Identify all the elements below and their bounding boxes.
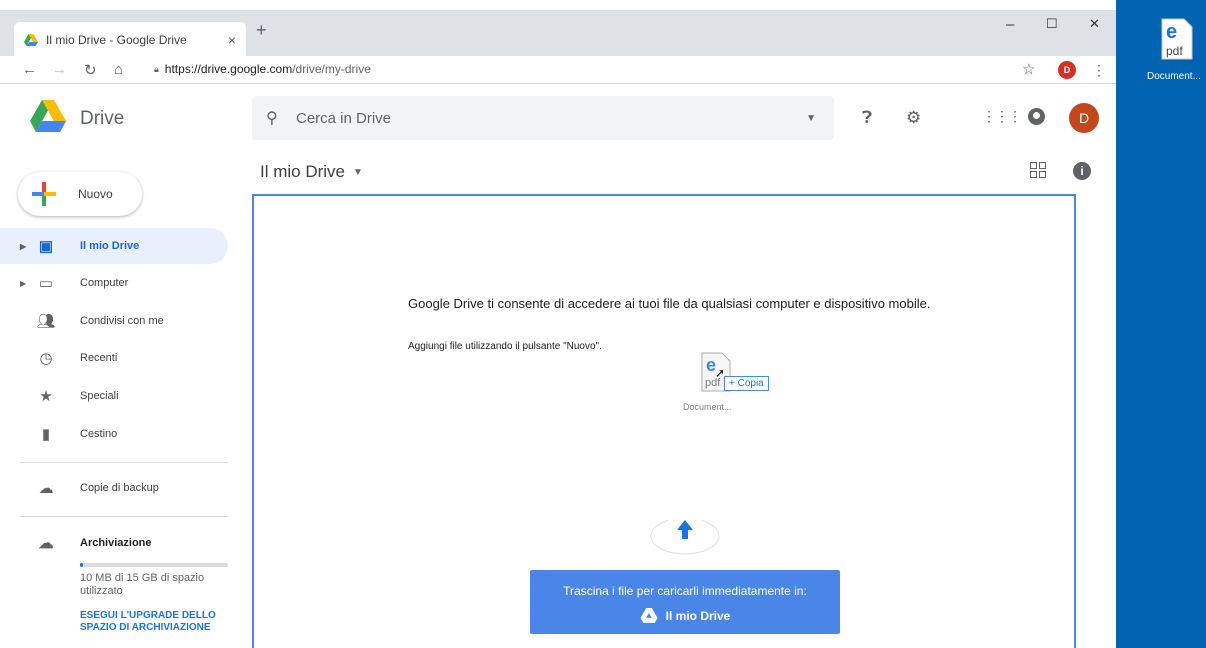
drive-logo-icon[interactable] [30,100,66,132]
expand-arrow-icon[interactable]: ▶ [20,279,26,288]
tab-close-icon[interactable]: × [228,32,236,48]
account-avatar[interactable]: D [1069,103,1099,133]
new-tab-button[interactable]: + [256,20,267,41]
upgrade-storage-link[interactable]: ESEGUI L'UPGRADE DELLO SPAZIO DI ARCHIVI… [80,610,230,634]
browser-toolbar: ← → ↻ ⌂ 🔒︎ https://drive.google.com/driv… [0,56,1116,84]
chevron-down-icon[interactable]: ▼ [353,167,363,178]
help-icon[interactable]: ❓︎ [862,108,872,128]
sidebar-item-computer[interactable]: ▶ ▭ Computer [0,265,228,301]
trash-icon: ▮ [41,426,51,443]
desktop-pdf-file-icon[interactable]: e pdf [1160,18,1194,60]
home-icon[interactable]: ⌂ [114,61,123,78]
sidebar-item-storage[interactable]: ☁︎ Archiviazione [0,525,228,561]
drive-favicon-icon [24,34,38,46]
search-options-icon[interactable]: ▼ [806,113,816,124]
browser-profile-avatar[interactable]: D [1058,61,1076,79]
sidebar-item-recent[interactable]: ◷ Recenti [0,340,228,376]
empty-state-message: Google Drive ti consente di accedere ai … [408,296,931,311]
upload-instruction: Trascina i file per caricarli immediatam… [563,584,807,598]
apps-grid-icon[interactable]: ⋮⋮⋮ [982,108,1022,125]
lock-icon: 🔒︎ [154,63,159,74]
desktop-file-ext: pdf [1166,44,1183,58]
url-host: https://drive.google.com [164,62,293,76]
screen: Il mio Drive - Google Drive × + – ☐ ✕ ← … [0,0,1206,648]
sidebar-item-label: Speciali [80,390,119,402]
upload-destination-banner: Trascina i file per caricarli immediatam… [530,570,840,634]
breadcrumb-current[interactable]: Il mio Drive [260,162,345,182]
sidebar-item-shared[interactable]: 👥︎ Condivisi con me [0,303,228,339]
sidebar-item-label: Archiviazione [80,537,152,549]
search-input[interactable]: Cerca in Drive [296,110,806,127]
tab-title: Il mio Drive - Google Drive [46,33,187,47]
clock-icon: ◷ [39,350,53,367]
url-path: /drive/my-drive [292,62,371,76]
sidebar-item-trash[interactable]: ▮ Cestino [0,416,228,452]
computer-icon: ▭ [38,275,54,292]
expand-arrow-icon[interactable]: ▶ [20,242,26,251]
new-button-label: Nuovo [78,187,113,201]
sidebar-item-label: Cestino [80,428,118,440]
sidebar-item-label: Computer [80,277,129,289]
search-icon[interactable]: ⚲ [266,108,296,128]
sidebar-item-label: Il mio Drive [80,240,140,252]
browser-tabstrip: Il mio Drive - Google Drive × [0,0,1116,58]
grid-view-icon[interactable] [1030,162,1046,178]
back-arrow-icon[interactable]: ← [22,61,37,78]
minimize-button[interactable]: – [1006,16,1014,33]
desktop-file-label[interactable]: Document... [1147,71,1206,82]
storage-usage-bar [80,563,228,567]
sidebar-item-label: Condivisi con me [80,315,164,327]
cloud-outline-icon: ☁︎ [38,535,54,552]
shared-icon: 👥︎ [36,313,56,330]
my-drive-icon: ▣ [38,238,54,255]
sidebar-item-starred[interactable]: ★ Speciali [0,378,228,414]
app-name[interactable]: Drive [80,108,124,130]
storage-usage-fill [80,563,83,567]
breadcrumb[interactable]: Il mio Drive ▼ [260,162,363,182]
notifications-icon[interactable] [1028,108,1045,125]
sidebar-item-backups[interactable]: ☁ Copie di backup [0,470,228,506]
svg-text:e: e [1166,21,1177,43]
info-icon[interactable]: i [1073,162,1091,180]
sidebar-item-label: Recenti [80,352,118,364]
star-icon: ★ [39,388,53,405]
new-button[interactable]: Nuovo [18,172,142,216]
dragged-file-name: Document... [683,402,732,412]
sidebar-divider [20,462,228,463]
maximize-button[interactable]: ☐ [1046,16,1058,32]
sidebar-item-my-drive[interactable]: ▶ ▣ Il mio Drive [0,228,228,264]
browser-tab[interactable]: Il mio Drive - Google Drive × [14,22,246,58]
settings-gear-icon[interactable]: ⚙ [906,108,921,128]
upload-target-label: Il mio Drive [665,608,731,623]
forward-arrow-icon[interactable]: → [52,61,67,78]
desktop-background [1116,0,1206,648]
plus-icon [32,182,56,206]
storage-usage-text: 10 MB di 15 GB di spazio utilizzato [80,572,205,597]
empty-state-hint: Aggiungi file utilizzando il pulsante "N… [408,341,602,352]
close-window-button[interactable]: ✕ [1089,16,1100,32]
copy-tooltip: + Copia [724,376,769,391]
bookmark-star-icon[interactable]: ☆ [1022,60,1035,78]
upload-cloud-icon [650,510,720,555]
cloud-icon: ☁ [38,480,54,497]
sidebar-divider [20,516,228,517]
sidebar-item-label: Copie di backup [80,482,159,494]
browser-menu-icon[interactable]: ⋮ [1092,62,1106,79]
drive-logo-icon [640,608,658,623]
search-bar[interactable]: ⚲ Cerca in Drive ▼ [252,96,834,140]
reload-icon[interactable]: ↻ [84,61,97,79]
address-bar[interactable]: 🔒︎ https://drive.google.com/drive/my-dri… [154,62,371,76]
